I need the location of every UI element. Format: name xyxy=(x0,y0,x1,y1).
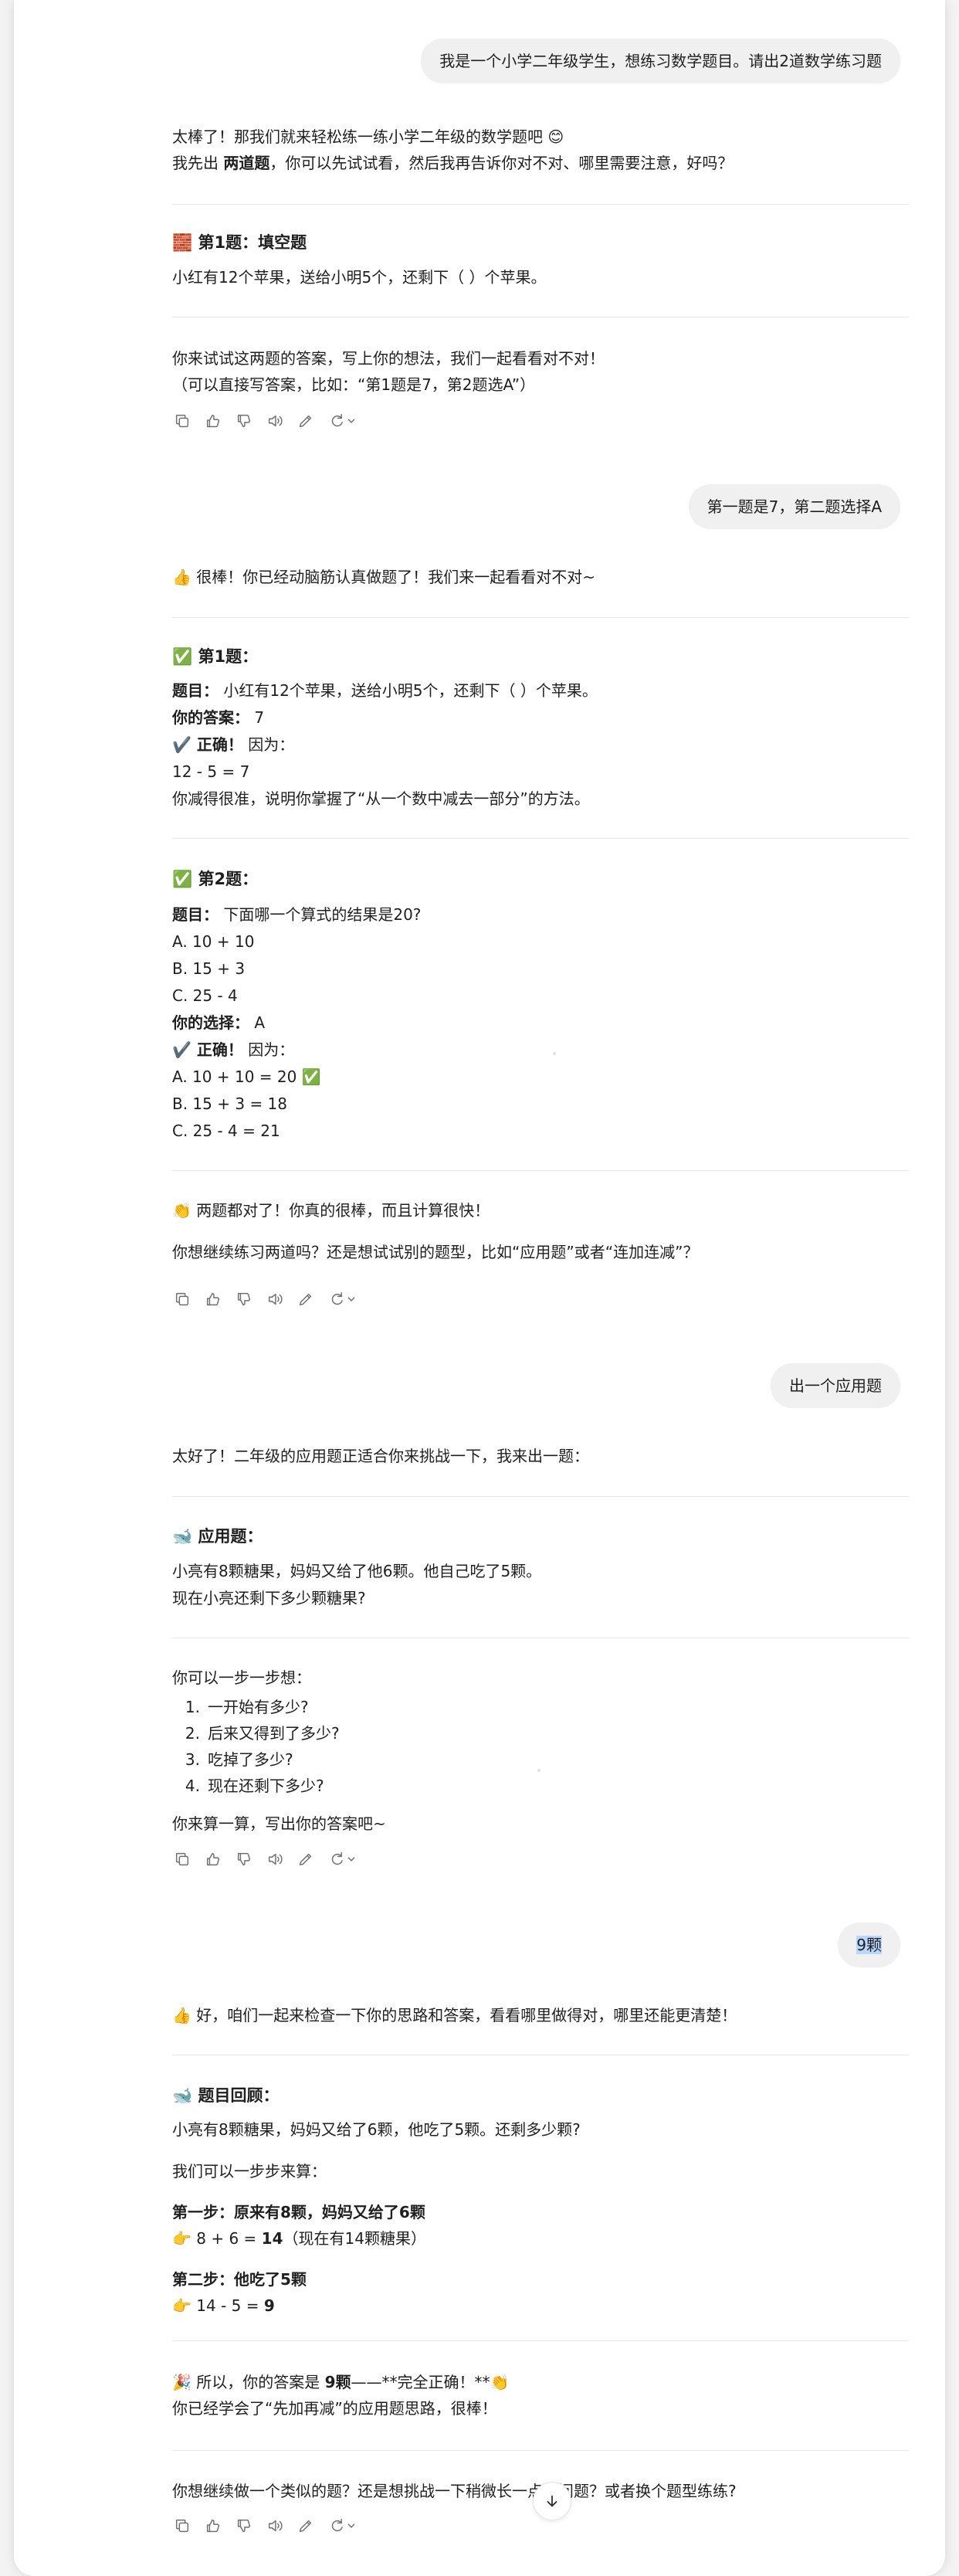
divider xyxy=(172,1170,909,1171)
user-message-4: 9颗 xyxy=(838,1923,900,1967)
regenerate-icon[interactable] xyxy=(327,2516,359,2536)
assistant-text: 12 - 5 = 7 xyxy=(172,762,250,781)
question-heading: 🧱 第1题：填空题 xyxy=(172,233,307,252)
edit-icon[interactable] xyxy=(296,1289,316,1309)
list-item: 2. 后来又得到了多少? xyxy=(185,1724,340,1743)
thumbs-up-icon[interactable] xyxy=(203,2516,223,2536)
assistant-text: 你的答案： 7 xyxy=(172,708,265,727)
thumbs-up-icon[interactable] xyxy=(203,1849,223,1869)
list-item: 3. 吃掉了多少? xyxy=(185,1750,293,1769)
message-actions xyxy=(172,1848,359,1870)
answer-heading: ✅ 第2题： xyxy=(172,870,259,888)
copy-icon[interactable] xyxy=(172,411,192,431)
question-body: 小红有12个苹果，送给小明5个，还剩下（ ）个苹果。 xyxy=(172,268,547,287)
assistant-text: 你想继续练习两道吗？还是想试试别的题型，比如“应用题”或者“连加连减”？ xyxy=(172,1243,699,1261)
assistant-text: 我先出 两道题，你可以先试试看，然后我再告诉你对不对、哪里需要注意，好吗？ xyxy=(172,154,734,172)
step-list: 1. 一开始有多少? 2. 后来又得到了多少? 3. 吃掉了多少? 4. 现在还剩下多少… xyxy=(172,1694,340,1799)
regenerate-icon[interactable] xyxy=(327,411,359,431)
assistant-text: B. 15 + 3 = 18 xyxy=(172,1095,288,1113)
divider xyxy=(172,2340,909,2341)
thumbs-up-icon[interactable] xyxy=(203,1289,223,1309)
user-message-text: 第一题是7，第二题选择A xyxy=(707,497,882,516)
assistant-text: 🎉 所以，你的答案是 9颗——**完全正确！**👏 xyxy=(172,2373,510,2391)
user-message-3: 出一个应用题 xyxy=(771,1363,900,1408)
user-message-1: 我是一个小学二年级学生，想练习数学题目。请出2道数学练习题 xyxy=(421,39,900,83)
speaker-icon[interactable] xyxy=(265,1289,285,1309)
divider xyxy=(172,617,909,618)
assistant-text: 👏 两题都对了！你真的很棒，而且计算很快！ xyxy=(172,1201,490,1220)
scroll-to-bottom-button[interactable] xyxy=(533,2482,571,2520)
copy-icon[interactable] xyxy=(172,1849,192,1869)
divider xyxy=(172,2450,909,2451)
assistant-text: 太棒了！那我们就来轻松练一练小学二年级的数学题吧 😊 xyxy=(172,127,564,146)
speaker-icon[interactable] xyxy=(265,1849,285,1869)
decorative-dot xyxy=(537,1769,540,1772)
user-message-2: 第一题是7，第二题选择A xyxy=(688,484,900,529)
step-title: 第一步：原来有8颗，妈妈又给了6颗 xyxy=(172,2203,425,2221)
list-item: 4. 现在还剩下多少? xyxy=(185,1777,324,1795)
copy-icon[interactable] xyxy=(172,2516,192,2536)
assistant-text: 我们可以一步步来算： xyxy=(172,2162,327,2181)
question-heading: 🐋 应用题： xyxy=(172,1527,263,1546)
edit-icon[interactable] xyxy=(296,1849,316,1869)
thumbs-down-icon[interactable] xyxy=(234,411,254,431)
message-actions xyxy=(172,410,359,432)
edit-icon[interactable] xyxy=(296,411,316,431)
assistant-text: （可以直接写答案，比如：“第1题是7，第2题选A”） xyxy=(172,375,536,394)
assistant-text: 你的选择： A xyxy=(172,1013,266,1032)
assistant-text: 你想继续做一个类似的题？还是想挑战一下稍微长一点的问题？或者换个题型练练? xyxy=(172,2482,737,2500)
assistant-text: ✔️ 正确！ 因为： xyxy=(172,1040,295,1059)
assistant-text: 👍 很棒！你已经动脑筋认真做题了！我们来一起看看对不对~ xyxy=(172,568,596,586)
regenerate-icon[interactable] xyxy=(327,1289,359,1309)
thumbs-down-icon[interactable] xyxy=(234,1849,254,1869)
step-calc: 👉 8 + 6 = 14（现在有14颗糖果） xyxy=(172,2229,426,2248)
divider xyxy=(172,1496,909,1497)
assistant-text: B. 15 + 3 xyxy=(172,959,246,978)
assistant-text: A. 10 + 10 xyxy=(172,932,255,951)
assistant-text: ✔️ 正确！ 因为： xyxy=(172,735,295,754)
edit-icon[interactable] xyxy=(296,2516,316,2536)
question-body: 现在小亮还剩下多少颗糖果? xyxy=(172,1589,366,1607)
list-item: 1. 一开始有多少? xyxy=(185,1698,309,1716)
divider xyxy=(172,204,909,205)
chat-page: 我是一个小学二年级学生，想练习数学题目。请出2道数学练习题 太棒了！那我们就来轻… xyxy=(14,0,945,2576)
review-heading: 🐋 题目回顾： xyxy=(172,2086,280,2105)
assistant-text: 你减得很准，说明你掌握了“从一个数中减去一部分”的方法。 xyxy=(172,789,590,808)
thumbs-up-icon[interactable] xyxy=(203,411,223,431)
speaker-icon[interactable] xyxy=(265,2516,285,2536)
step-title: 第二步：他吃了5颗 xyxy=(172,2270,307,2289)
user-message-text: 我是一个小学二年级学生，想练习数学题目。请出2道数学练习题 xyxy=(439,52,882,70)
message-actions xyxy=(172,2515,359,2537)
regenerate-icon[interactable] xyxy=(327,1849,359,1869)
step-calc: 👉 14 - 5 = 9 xyxy=(172,2296,275,2315)
assistant-text: C. 25 - 4 = 21 xyxy=(172,1122,280,1140)
assistant-text: 题目： 下面哪一个算式的结果是20? xyxy=(172,905,422,924)
speaker-icon[interactable] xyxy=(265,411,285,431)
assistant-text: 太好了！二年级的应用题正适合你来挑战一下，我来出一题： xyxy=(172,1447,589,1465)
assistant-text: 你可以一步一步想： xyxy=(172,1668,311,1687)
assistant-text: C. 25 - 4 xyxy=(172,986,238,1005)
question-body: 小亮有8颗糖果，妈妈又给了他6颗。他自己吃了5颗。 xyxy=(172,1562,542,1580)
thumbs-down-icon[interactable] xyxy=(234,1289,254,1309)
message-actions xyxy=(172,1288,359,1310)
assistant-text: A. 10 + 10 = 20 ✅ xyxy=(172,1067,321,1086)
arrow-down-icon xyxy=(547,2495,557,2507)
decorative-dot xyxy=(553,1052,556,1055)
copy-icon[interactable] xyxy=(172,1289,192,1309)
assistant-text: 👍 好，咱们一起来检查一下你的思路和答案，看看哪里做得对，哪里还能更清楚！ xyxy=(172,2006,737,2024)
divider xyxy=(172,838,909,839)
answer-heading: ✅ 第1题： xyxy=(172,647,259,666)
assistant-text: 题目： 小红有12个苹果，送给小明5个，还剩下（ ）个苹果。 xyxy=(172,681,598,700)
assistant-text: 你已经学会了“先加再减”的应用题思路，很棒！ xyxy=(172,2399,497,2418)
assistant-text: 小亮有8颗糖果，妈妈又给了6颗，他吃了5颗。还剩多少颗? xyxy=(172,2120,581,2139)
user-message-text: 9颗 xyxy=(856,1936,882,1954)
thumbs-down-icon[interactable] xyxy=(234,2516,254,2536)
user-message-text: 出一个应用题 xyxy=(789,1376,882,1395)
assistant-text: 你来算一算，写出你的答案吧~ xyxy=(172,1814,386,1833)
assistant-text: 你来试试这两题的答案，写上你的想法，我们一起看看对不对！ xyxy=(172,349,605,368)
